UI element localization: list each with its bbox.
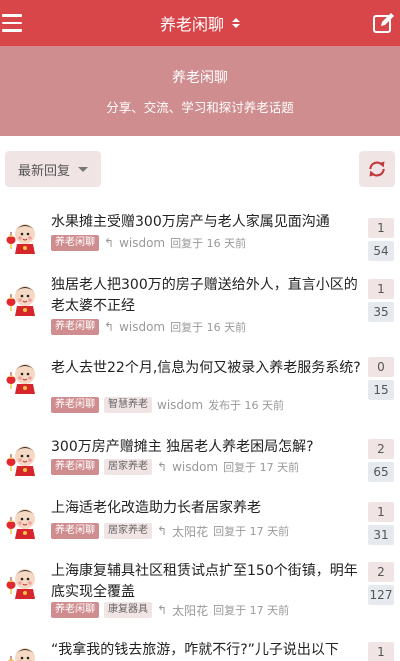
topic-time: 回复于 17 天前 bbox=[213, 604, 290, 617]
edit-icon[interactable] bbox=[372, 11, 396, 35]
topic-title[interactable]: “我拿我的钱去旅游，咋就不行?”儿子说出以下 bbox=[51, 640, 361, 661]
topic-counts: 1 35 bbox=[368, 279, 394, 322]
sort-dropdown-label: 最新回复 bbox=[17, 163, 70, 179]
title-switcher[interactable]: 养老闲聊 bbox=[0, 0, 400, 46]
topic-title[interactable]: 上海适老化改造助力长者居家养老 bbox=[51, 498, 361, 519]
avatar[interactable] bbox=[4, 505, 40, 541]
chevron-down-icon bbox=[78, 166, 88, 172]
topic-author[interactable]: wisdom bbox=[119, 320, 165, 334]
topic-title[interactable]: 上海康复辅具社区租赁试点扩至150个街镇，明年底实现全覆盖 bbox=[51, 561, 361, 603]
topic-tag[interactable]: 养老闲聊 bbox=[51, 319, 99, 335]
view-count: 31 bbox=[368, 525, 394, 545]
topic-tag[interactable]: 康复器具 bbox=[104, 602, 152, 618]
topic-author[interactable]: 太阳花 bbox=[172, 523, 208, 540]
topic-tag[interactable]: 养老闲聊 bbox=[51, 459, 99, 475]
reply-icon: ↰ bbox=[157, 603, 168, 617]
view-count: 35 bbox=[368, 302, 394, 322]
reply-count: 2 bbox=[368, 439, 394, 459]
avatar[interactable] bbox=[4, 644, 40, 661]
topic-time: 回复于 16 天前 bbox=[170, 321, 247, 334]
topic-counts: 2 65 bbox=[368, 439, 394, 482]
reply-count: 1 bbox=[368, 218, 394, 238]
banner-title: 养老闲聊 bbox=[172, 70, 228, 86]
view-count: 54 bbox=[368, 241, 394, 261]
topic-counts: 1 31 bbox=[368, 502, 394, 545]
avatar[interactable] bbox=[4, 282, 40, 318]
topic-tag[interactable]: 养老闲聊 bbox=[51, 397, 99, 413]
sort-dropdown[interactable]: 最新回复 bbox=[5, 151, 101, 187]
reply-icon: ↰ bbox=[157, 524, 168, 538]
page-title: 养老闲聊 bbox=[159, 15, 224, 34]
reply-icon: ↰ bbox=[157, 460, 168, 474]
topic-author[interactable]: wisdom bbox=[119, 236, 165, 250]
topic-title[interactable]: 独居老人把300万的房子赠送给外人，直言小区的老太婆不正经 bbox=[51, 275, 361, 317]
topic-author[interactable]: wisdom bbox=[157, 398, 203, 412]
topic-time: 回复于 17 天前 bbox=[223, 461, 300, 474]
topic-meta: 养老闲聊 智慧养老 wisdom 发布于 16 天前 bbox=[51, 397, 284, 413]
refresh-button[interactable] bbox=[359, 151, 395, 187]
category-banner: 养老闲聊 分享、交流、学习和探讨养老话题 bbox=[0, 46, 400, 136]
topic-time: 回复于 17 天前 bbox=[213, 525, 290, 538]
topic-row[interactable]: “我拿我的钱去旅游，咋就不行?”儿子说出以下 1 bbox=[0, 202, 400, 661]
reply-icon: ↰ bbox=[104, 236, 115, 250]
list-toolbar: 最新回复 bbox=[0, 136, 400, 202]
reply-count: 2 bbox=[368, 562, 394, 582]
avatar[interactable] bbox=[4, 565, 40, 601]
view-count: 65 bbox=[368, 462, 394, 482]
topic-counts: 1 54 bbox=[368, 218, 394, 261]
topic-author[interactable]: 太阳花 bbox=[172, 602, 208, 619]
avatar[interactable] bbox=[4, 442, 40, 478]
reply-count: 0 bbox=[368, 357, 394, 377]
topic-meta: 养老闲聊 ↰ wisdom 回复于 16 天前 bbox=[51, 235, 246, 251]
topic-tag[interactable]: 养老闲聊 bbox=[51, 235, 99, 251]
reply-count: 1 bbox=[368, 279, 394, 299]
reply-icon: ↰ bbox=[104, 320, 115, 334]
view-count: 15 bbox=[368, 380, 394, 400]
topic-meta: 养老闲聊 居家养老 ↰ wisdom 回复于 17 天前 bbox=[51, 459, 299, 475]
top-bar: 养老闲聊 bbox=[0, 0, 400, 46]
reply-count: 1 bbox=[368, 502, 394, 522]
topic-counts: 0 15 bbox=[368, 357, 394, 400]
topic-author[interactable]: wisdom bbox=[172, 460, 218, 474]
topic-title[interactable]: 300万房产赠摊主 独居老人养老困局怎解? bbox=[51, 437, 361, 458]
refresh-icon bbox=[369, 161, 385, 177]
topic-meta: 养老闲聊 康复器具 ↰ 太阳花 回复于 17 天前 bbox=[51, 602, 289, 618]
sort-caret-icon bbox=[232, 18, 240, 28]
topic-tag[interactable]: 智慧养老 bbox=[104, 397, 152, 413]
topic-title[interactable]: 水果摊主受赠300万房产与老人家属见面沟通 bbox=[51, 212, 361, 233]
banner-subtitle: 分享、交流、学习和探讨养老话题 bbox=[106, 100, 294, 115]
topic-meta: 养老闲聊 居家养老 ↰ 太阳花 回复于 17 天前 bbox=[51, 523, 289, 539]
topic-title[interactable]: 老人去世22个月,信息为何又被录入养老服务系统? bbox=[51, 358, 361, 379]
avatar[interactable] bbox=[4, 220, 40, 256]
view-count: 127 bbox=[368, 585, 394, 605]
topic-tag[interactable]: 居家养老 bbox=[104, 459, 152, 475]
topic-counts: 1 bbox=[368, 642, 394, 661]
topic-time: 发布于 16 天前 bbox=[208, 399, 285, 412]
reply-count: 1 bbox=[368, 642, 394, 661]
avatar[interactable] bbox=[4, 360, 40, 396]
topic-tag[interactable]: 养老闲聊 bbox=[51, 602, 99, 618]
topic-tag[interactable]: 居家养老 bbox=[104, 523, 152, 539]
topic-tag[interactable]: 养老闲聊 bbox=[51, 523, 99, 539]
topic-meta: 养老闲聊 ↰ wisdom 回复于 16 天前 bbox=[51, 319, 246, 335]
topic-counts: 2 127 bbox=[368, 562, 394, 605]
topic-time: 回复于 16 天前 bbox=[170, 237, 247, 250]
